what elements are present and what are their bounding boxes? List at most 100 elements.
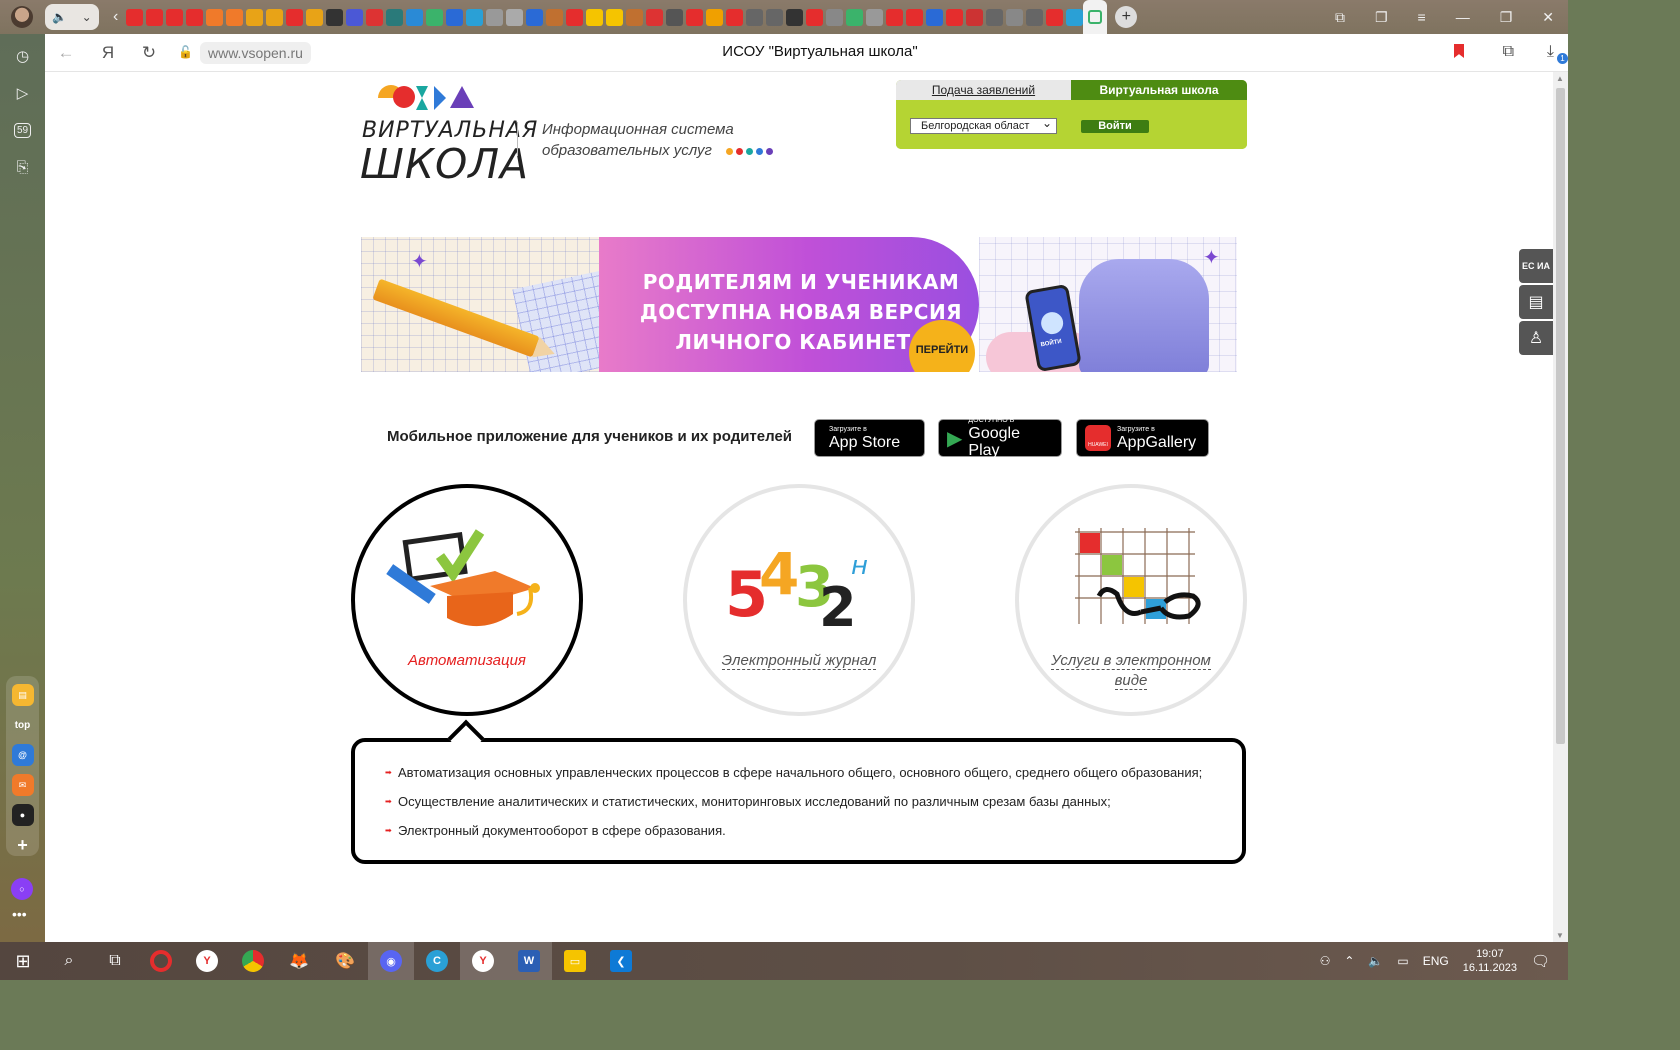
site-logo[interactable]: ВИРТУАЛЬНАЯ ШКОЛА xyxy=(360,80,537,190)
scroll-down-icon[interactable]: ▼ xyxy=(1556,931,1564,940)
tab-favicon[interactable] xyxy=(926,8,944,26)
login-button[interactable]: Войти xyxy=(1081,120,1149,133)
notes-app-icon[interactable]: ▤ xyxy=(11,684,34,706)
profile-avatar[interactable] xyxy=(11,6,33,28)
tab-favicon[interactable] xyxy=(966,8,984,26)
tab-group-button[interactable]: 🔈 ⌄ xyxy=(45,4,99,30)
tab-manager-icon[interactable]: ⧉ xyxy=(1335,9,1345,26)
tab-favicon[interactable] xyxy=(746,8,764,26)
downloads-icon[interactable]: ⤓ 1 xyxy=(1547,43,1568,64)
service-e-services[interactable]: Услуги в электронном виде xyxy=(1015,484,1247,716)
file-explorer-icon[interactable]: ▭ xyxy=(552,942,598,980)
tab-favicon[interactable] xyxy=(146,8,164,26)
tab-favicon[interactable] xyxy=(426,8,444,26)
tab-virtual-school[interactable]: Виртуальная школа xyxy=(1071,80,1247,100)
tab-favicon[interactable] xyxy=(286,8,304,26)
tab-favicon[interactable] xyxy=(786,8,804,26)
new-tab-button[interactable]: + xyxy=(1115,6,1138,28)
tab-favicon[interactable] xyxy=(886,8,904,26)
person-icon[interactable]: ♙ xyxy=(1519,321,1553,355)
region-select[interactable]: Белгородская област xyxy=(910,116,1057,134)
tab-current[interactable] xyxy=(1083,0,1108,34)
service-automation[interactable]: Автоматизация xyxy=(351,484,583,716)
service-label-e-journal[interactable]: Электронный журнал xyxy=(707,651,891,671)
service-e-journal[interactable]: 5 4 3 2 н Электронный журнал xyxy=(683,484,915,716)
tray-expand-icon[interactable]: ⌃ xyxy=(1344,954,1354,968)
service-label-automation[interactable]: Автоматизация xyxy=(375,651,559,671)
opera-icon[interactable] xyxy=(138,942,184,980)
tab-favicon[interactable] xyxy=(346,8,364,26)
reader-icon[interactable]: ⧉ xyxy=(1503,43,1514,61)
tab-favicon[interactable] xyxy=(846,8,864,26)
people-icon[interactable]: ⚇ xyxy=(1320,954,1331,968)
promo-banner[interactable]: ✦ РОДИТЕЛЯМ И УЧЕНИКАМ ДОСТУПНА НОВАЯ ВЕ… xyxy=(361,237,1237,372)
yandex-browser-icon[interactable]: Y xyxy=(184,942,230,980)
chrome-icon[interactable] xyxy=(230,942,276,980)
tab-favicon[interactable] xyxy=(466,8,484,26)
messages-app-icon[interactable]: ✉ xyxy=(11,774,34,796)
restore-icon[interactable]: ❐ xyxy=(1500,9,1513,26)
tab-favicon[interactable] xyxy=(446,8,464,26)
clock[interactable]: 19:07 16.11.2023 xyxy=(1463,947,1517,975)
gimp-icon[interactable]: 🦊 xyxy=(276,942,322,980)
tab-favicon[interactable] xyxy=(186,8,204,26)
mail-app-icon[interactable]: @ xyxy=(11,744,34,766)
tab-favicon[interactable] xyxy=(906,8,924,26)
screenshot-icon[interactable]: ⎘ xyxy=(8,152,38,182)
tab-favicon[interactable] xyxy=(506,8,524,26)
notifications-icon[interactable]: 🗨 xyxy=(1531,952,1550,970)
service-label-e-services[interactable]: Услуги в электронном виде xyxy=(1039,651,1223,691)
app-store-badge[interactable]: Загрузите в App Store xyxy=(814,419,925,457)
tab-favicon[interactable] xyxy=(1046,8,1064,26)
tab-favicon[interactable] xyxy=(646,8,664,26)
discord-icon[interactable]: ◉ xyxy=(368,942,414,980)
calendar-icon[interactable]: 59 xyxy=(8,115,38,145)
tab-favicon[interactable] xyxy=(826,8,844,26)
paint-icon[interactable]: 🎨 xyxy=(322,942,368,980)
language-indicator[interactable]: ENG xyxy=(1423,954,1449,968)
more-icon[interactable]: ••• xyxy=(12,906,27,922)
tab-favicon[interactable] xyxy=(766,8,784,26)
esia-button[interactable]: ЕС ИА xyxy=(1519,249,1553,283)
tab-favicon[interactable] xyxy=(526,8,544,26)
yandex-taskbar-icon[interactable]: Y xyxy=(460,942,506,980)
tab-favicon[interactable] xyxy=(326,8,344,26)
ccleaner-icon[interactable]: C xyxy=(414,942,460,980)
tab-favicon[interactable] xyxy=(806,8,824,26)
tab-favicon[interactable] xyxy=(226,8,244,26)
minimize-icon[interactable]: — xyxy=(1456,9,1470,25)
windows-start-icon[interactable]: ⊞ xyxy=(0,942,46,980)
tab-favicon[interactable] xyxy=(306,8,324,26)
vscode-icon[interactable]: ❮ xyxy=(598,942,644,980)
tab-favicon[interactable] xyxy=(386,8,404,26)
scrollbar-thumb[interactable] xyxy=(1556,88,1565,744)
tab-favicon[interactable] xyxy=(686,8,704,26)
scroll-up-icon[interactable]: ▲ xyxy=(1556,74,1564,83)
word-icon[interactable]: W xyxy=(506,942,552,980)
tabs-scroll-left-icon[interactable]: ‹ xyxy=(113,8,118,26)
tab-favicon[interactable] xyxy=(666,8,684,26)
page-scrollbar[interactable]: ▲ ▼ xyxy=(1553,72,1568,942)
tab-favicon[interactable] xyxy=(726,8,744,26)
tab-favicon[interactable] xyxy=(1066,8,1084,26)
tab-favicon[interactable] xyxy=(166,8,184,26)
tab-favicon[interactable] xyxy=(866,8,884,26)
network-icon[interactable]: ▭ xyxy=(1397,954,1408,968)
tab-favicon[interactable] xyxy=(626,8,644,26)
tab-favicon[interactable] xyxy=(266,8,284,26)
bookmarks-icon[interactable]: ❐ xyxy=(1375,9,1388,26)
tab-favicon[interactable] xyxy=(706,8,724,26)
tab-favicon[interactable] xyxy=(406,8,424,26)
tab-favicon[interactable] xyxy=(546,8,564,26)
tab-favicon[interactable] xyxy=(1026,8,1044,26)
play-icon[interactable]: ▷ xyxy=(8,78,38,108)
tab-favicon[interactable] xyxy=(986,8,1004,26)
tab-favicon[interactable] xyxy=(586,8,604,26)
volume-icon[interactable]: 🔈 xyxy=(1368,954,1383,968)
menu-icon[interactable]: ≡ xyxy=(1418,9,1426,25)
top-app-icon[interactable]: top xyxy=(12,714,34,736)
tab-favicon[interactable] xyxy=(486,8,504,26)
history-icon[interactable]: ◷ xyxy=(8,41,38,71)
tab-favicon[interactable] xyxy=(946,8,964,26)
app-gallery-badge[interactable]: HUAWEI Загрузите в AppGallery xyxy=(1076,419,1209,457)
